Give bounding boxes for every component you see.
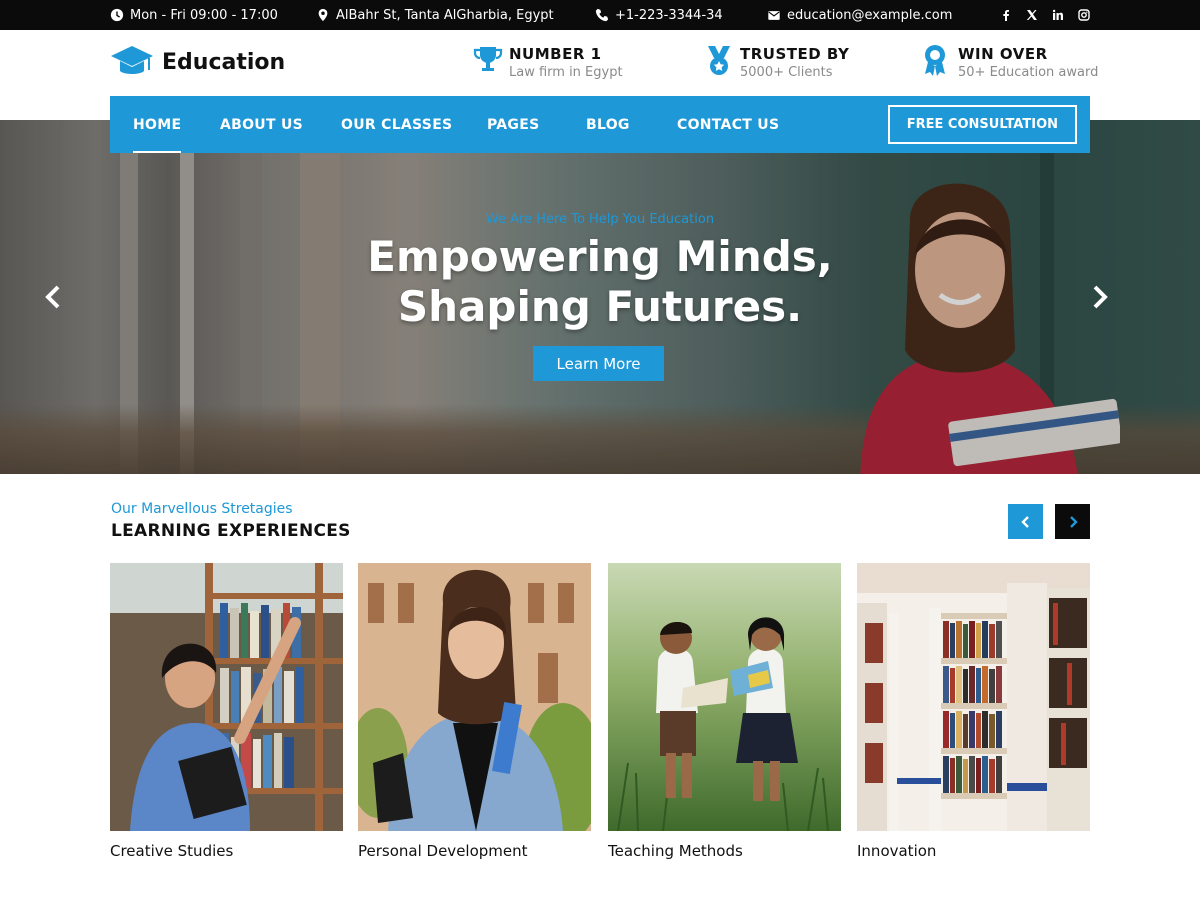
linkedin-icon[interactable] [1052, 9, 1064, 21]
chevron-right-icon [1069, 515, 1078, 528]
library-student-image [110, 563, 343, 831]
email-info[interactable]: education@example.com [767, 0, 952, 30]
card-image[interactable] [358, 563, 591, 831]
main-nav: HOME ABOUT US OUR CLASSES PAGES BLOG CON… [110, 96, 1090, 153]
nav-item-blog[interactable]: BLOG [586, 96, 630, 153]
hero-title: Empowering Minds, Shaping Futures. [0, 232, 1200, 332]
card-caption[interactable]: Innovation [857, 842, 1090, 860]
learn-more-button[interactable]: Learn More [533, 346, 664, 381]
free-consultation-button[interactable]: FREE CONSULTATION [887, 105, 1077, 144]
phone-info[interactable]: +1-223-3344-34 [595, 0, 723, 30]
instagram-icon[interactable] [1078, 9, 1090, 21]
nav-item-about-us[interactable]: ABOUT US [220, 96, 303, 153]
social-links [1000, 0, 1090, 30]
card-caption[interactable]: Creative Studies [110, 842, 343, 860]
experience-card[interactable]: Creative Studies [110, 563, 343, 860]
info-subtitle: Law firm in Egypt [509, 65, 623, 80]
top-bar: Mon - Fri 09:00 - 17:00 AlBahr St, Tanta… [0, 0, 1200, 30]
section-kicker: Our Marvellous Stretagies [111, 501, 293, 517]
info-title: WIN OVER [958, 45, 1048, 63]
header-info-number1: NUMBER 1 Law firm in Egypt [473, 44, 623, 82]
medal-icon [708, 46, 730, 75]
location-pin-icon [318, 8, 328, 22]
nav-item-our-classes[interactable]: OUR CLASSES [341, 96, 452, 153]
card-image[interactable] [110, 563, 343, 831]
card-caption[interactable]: Teaching Methods [608, 842, 841, 860]
info-subtitle: 5000+ Clients [740, 65, 833, 80]
info-subtitle: 50+ Education award [958, 65, 1099, 80]
hours-text: Mon - Fri 09:00 - 17:00 [130, 7, 278, 23]
phone-icon [595, 8, 609, 22]
trophy-icon [473, 47, 503, 71]
experience-card[interactable]: Teaching Methods [608, 563, 841, 860]
carousel-next-button[interactable] [1055, 504, 1090, 539]
site-logo[interactable]: Education [110, 44, 285, 80]
info-title: NUMBER 1 [509, 45, 602, 63]
email-text[interactable]: education@example.com [787, 8, 952, 23]
facebook-icon[interactable] [1000, 9, 1012, 21]
card-caption[interactable]: Personal Development [358, 842, 591, 860]
library-shelves-image [857, 563, 1090, 831]
experience-card[interactable]: Personal Development [358, 563, 591, 860]
hero-kicker: We Are Here To Help You Education [485, 212, 715, 227]
campus-student-image [358, 563, 591, 831]
carousel-prev-button[interactable] [1008, 504, 1043, 539]
hours-info: Mon - Fri 09:00 - 17:00 [110, 0, 278, 30]
card-image[interactable] [857, 563, 1090, 831]
hero-slider: We Are Here To Help You Education Empowe… [0, 120, 1200, 474]
address-text: AlBahr St, Tanta AlGharbia, Egypt [336, 7, 554, 23]
info-title: TRUSTED BY [740, 45, 850, 63]
clock-icon [110, 8, 124, 22]
address-info: AlBahr St, Tanta AlGharbia, Egypt [316, 0, 554, 30]
phone-text[interactable]: +1-223-3344-34 [615, 8, 723, 23]
envelope-icon [768, 11, 780, 20]
graduation-cap-icon [111, 46, 153, 74]
hero-title-line1: Empowering Minds, [367, 232, 833, 281]
header-info-award: WIN OVER 50+ Education award [922, 44, 1098, 82]
nav-item-pages[interactable]: PAGES [487, 96, 539, 153]
children-reading-image [608, 563, 841, 831]
x-icon[interactable] [1026, 9, 1038, 21]
nav-item-home[interactable]: HOME [133, 96, 182, 153]
section-title: LEARNING EXPERIENCES [111, 521, 351, 541]
chevron-left-icon [1020, 515, 1029, 528]
hero-title-line2: Shaping Futures. [397, 282, 803, 331]
card-image[interactable] [608, 563, 841, 831]
header-info-trusted: TRUSTED BY 5000+ Clients [704, 44, 849, 82]
experience-card[interactable]: Innovation [857, 563, 1090, 860]
nav-item-contact-us[interactable]: CONTACT US [677, 96, 779, 153]
logo-text: Education [162, 49, 286, 75]
award-icon [925, 45, 945, 76]
